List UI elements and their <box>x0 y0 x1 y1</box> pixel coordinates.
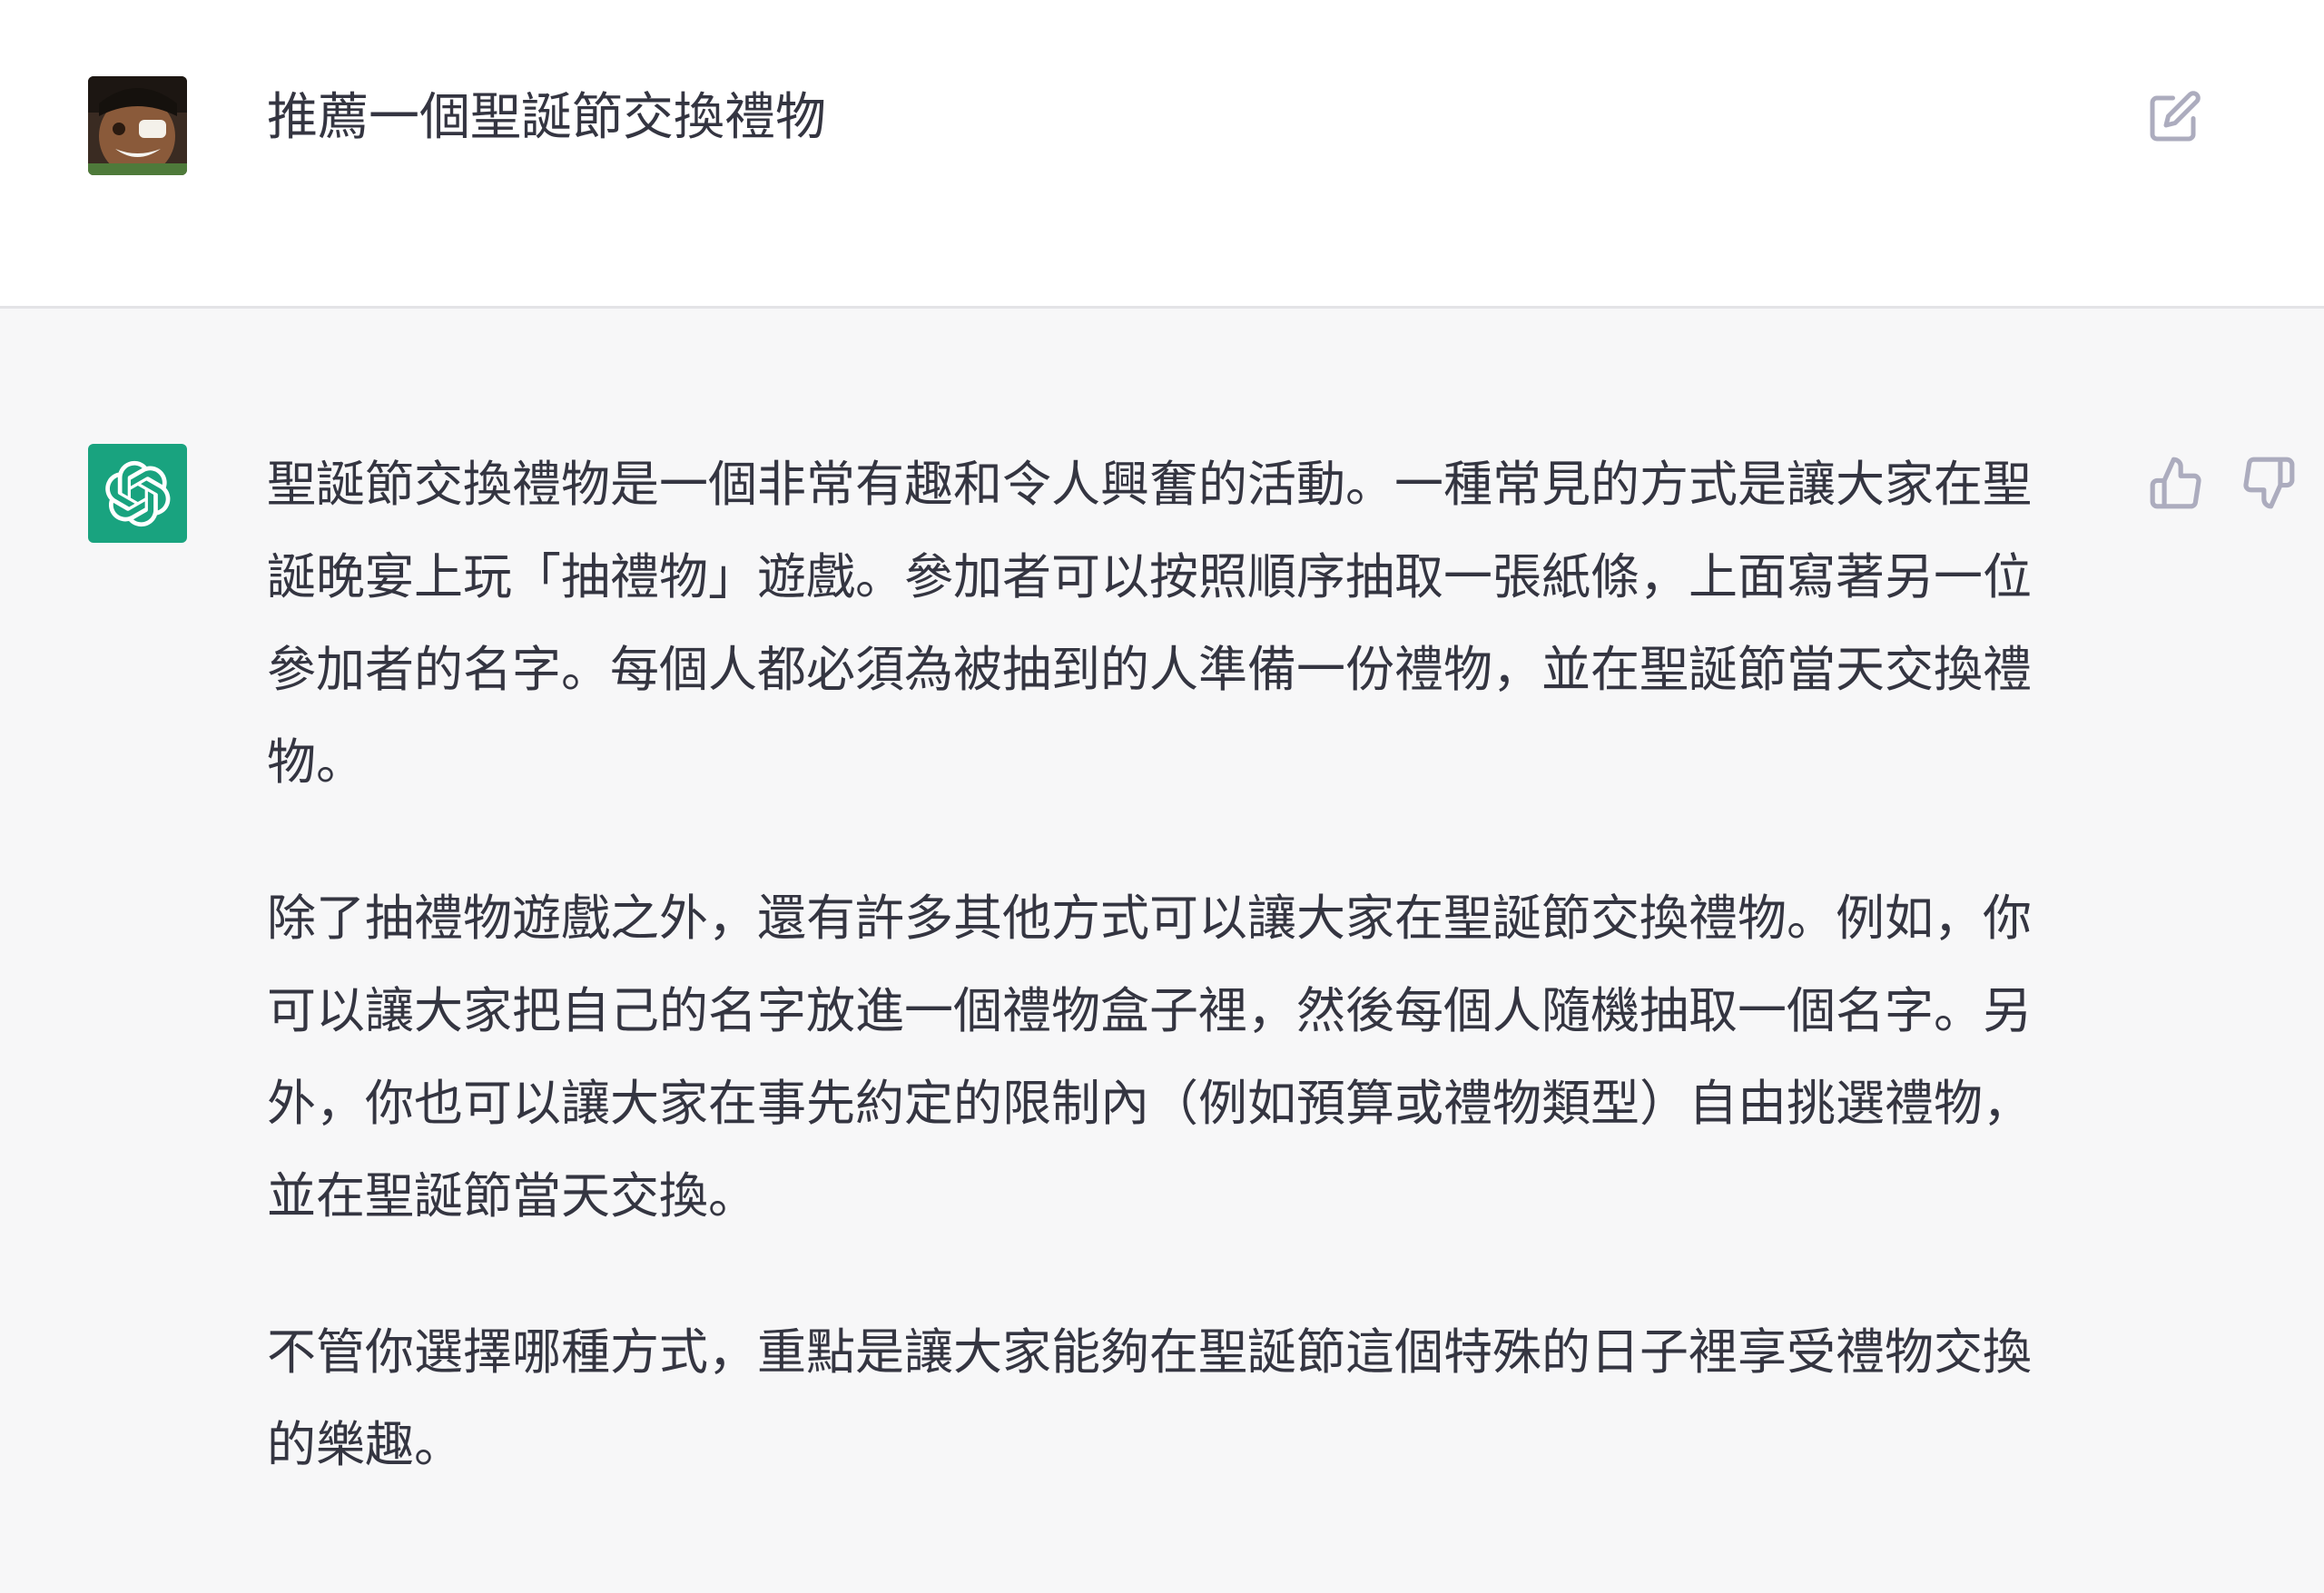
thumbs-down-icon[interactable] <box>2240 455 2297 511</box>
assistant-message-row: 聖誕節交換禮物是一個非常有趣和令人興奮的活動。一種常見的方式是讓大家在聖誕晚宴上… <box>0 311 2324 1593</box>
user-message-text: 推薦一個聖誕節交換禮物 <box>267 88 826 147</box>
thumbs-up-icon[interactable] <box>2148 455 2204 511</box>
reply-paragraph-1: 聖誕節交換禮物是一個非常有趣和令人興奮的活動。一種常見的方式是讓大家在聖誕晚宴上… <box>267 456 2032 791</box>
user-avatar <box>88 76 187 175</box>
openai-logo-icon <box>88 444 187 543</box>
edit-icon[interactable] <box>2148 89 2202 143</box>
reply-paragraph-3: 不管你選擇哪種方式，重點是讓大家能夠在聖誕節這個特殊的日子裡享受禮物交換的樂趣。 <box>267 1323 2032 1473</box>
user-message-row: 推薦一個聖誕節交換禮物 <box>0 0 2324 309</box>
reply-paragraph-2: 除了抽禮物遊戲之外，還有許多其他方式可以讓大家在聖誕節交換禮物。例如，你可以讓大… <box>267 890 2032 1224</box>
assistant-message-text: 聖誕節交換禮物是一個非常有趣和令人興奮的活動。一種常見的方式是讓大家在聖誕晚宴上… <box>267 438 2073 1555</box>
